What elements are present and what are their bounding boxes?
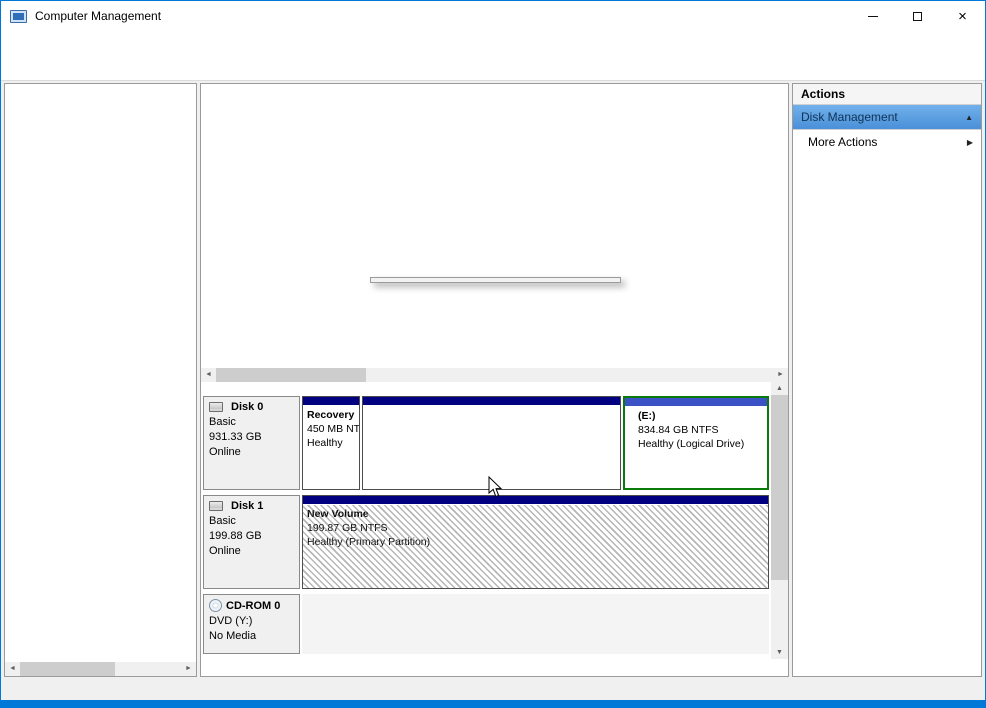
scroll-thumb[interactable] bbox=[771, 395, 788, 580]
scroll-left-arrow[interactable]: ◄ bbox=[201, 368, 216, 382]
disk-list: Disk 0 Basic 931.33 GB Online Recovery 4… bbox=[201, 382, 771, 659]
scroll-thumb[interactable] bbox=[216, 368, 366, 382]
minimize-icon bbox=[868, 16, 878, 17]
primary-partition-strip bbox=[303, 496, 768, 504]
menu-bar bbox=[1, 31, 985, 53]
vertical-scrollbar[interactable]: ▲ ▼ bbox=[771, 382, 788, 659]
disk-icon bbox=[209, 501, 223, 511]
partition-size: 834.84 GB NTFS bbox=[638, 423, 763, 437]
disk-status: No Media bbox=[209, 629, 294, 644]
window-title: Computer Management bbox=[35, 9, 161, 23]
primary-partition-strip bbox=[363, 397, 620, 405]
cdrom-row: CD-ROM 0 DVD (Y:) No Media bbox=[203, 594, 769, 654]
scroll-down-arrow[interactable]: ▼ bbox=[771, 646, 788, 659]
disk-type: Basic bbox=[209, 514, 294, 529]
disk-graphical-view: Disk 0 Basic 931.33 GB Online Recovery 4… bbox=[201, 382, 788, 659]
partition-e[interactable]: (E:) 834.84 GB NTFS Healthy (Logical Dri… bbox=[623, 396, 769, 490]
app-icon bbox=[10, 10, 27, 23]
partition-new-volume[interactable]: New Volume 199.87 GB NTFS Healthy (Prima… bbox=[302, 495, 769, 589]
disk-name: Disk 1 bbox=[231, 500, 263, 512]
title-bar: Computer Management × bbox=[1, 1, 985, 31]
cdrom-media-area bbox=[302, 594, 769, 654]
disk-name: CD-ROM 0 bbox=[226, 600, 280, 612]
disk-size: 931.33 GB bbox=[209, 430, 294, 445]
disk-size: 199.88 GB bbox=[209, 529, 294, 544]
scroll-thumb[interactable] bbox=[20, 662, 115, 676]
scroll-up-arrow[interactable]: ▲ bbox=[771, 382, 788, 395]
minimize-button[interactable] bbox=[850, 1, 895, 31]
disk-1-row: Disk 1 Basic 199.88 GB Online New Volume… bbox=[203, 495, 769, 589]
actions-header: Actions bbox=[793, 84, 981, 105]
actions-disk-management-section[interactable]: Disk Management ▲ bbox=[793, 105, 981, 130]
partition-size: 450 MB NTFS bbox=[307, 422, 355, 436]
disk-status: Online bbox=[209, 544, 294, 559]
disk-management-panel: ◄ ► Disk 0 Basic 931.33 GB Online bbox=[200, 83, 789, 677]
disk-1-partitions: New Volume 199.87 GB NTFS Healthy (Prima… bbox=[302, 495, 769, 589]
computer-management-window: Computer Management × ◄ ► bbox=[0, 0, 986, 708]
partition-status: Healthy bbox=[307, 436, 355, 450]
disk-type: DVD (Y:) bbox=[209, 614, 294, 629]
window-controls: × bbox=[850, 1, 985, 31]
partition-status: Healthy (Primary Partition) bbox=[307, 535, 764, 549]
disk-0-label[interactable]: Disk 0 Basic 931.33 GB Online bbox=[203, 396, 300, 490]
status-bar bbox=[1, 679, 985, 700]
disk-0-row: Disk 0 Basic 931.33 GB Online Recovery 4… bbox=[203, 396, 769, 490]
disk-1-label[interactable]: Disk 1 Basic 199.88 GB Online bbox=[203, 495, 300, 589]
console-tree bbox=[5, 84, 196, 662]
primary-partition-strip bbox=[303, 397, 359, 405]
more-actions-item[interactable]: More Actions ▶ bbox=[793, 130, 981, 154]
actions-section-label: Disk Management bbox=[801, 110, 898, 124]
scroll-right-arrow[interactable]: ► bbox=[181, 662, 196, 676]
main-area: ◄ ► ◄ ► bbox=[1, 81, 985, 679]
partition-label: Recovery bbox=[307, 408, 355, 422]
toolbar bbox=[1, 53, 985, 81]
volume-list bbox=[201, 84, 788, 368]
scroll-right-arrow[interactable]: ► bbox=[773, 368, 788, 382]
logical-drive-strip bbox=[625, 398, 767, 406]
disk-status: Online bbox=[209, 445, 294, 460]
cd-icon bbox=[209, 599, 222, 612]
context-menu bbox=[370, 277, 621, 283]
cdrom-label[interactable]: CD-ROM 0 DVD (Y:) No Media bbox=[203, 594, 300, 654]
console-tree-panel: ◄ ► bbox=[4, 83, 197, 677]
partition-legend bbox=[201, 659, 788, 676]
maximize-button[interactable] bbox=[895, 1, 940, 31]
expand-arrow-icon: ▶ bbox=[967, 138, 973, 147]
close-icon: × bbox=[958, 9, 967, 24]
tree-horizontal-scrollbar[interactable]: ◄ ► bbox=[5, 662, 196, 676]
more-actions-label: More Actions bbox=[808, 135, 877, 149]
disk-type: Basic bbox=[209, 415, 294, 430]
close-button[interactable]: × bbox=[940, 1, 985, 31]
disk-icon bbox=[209, 402, 223, 412]
actions-panel: Actions Disk Management ▲ More Actions ▶ bbox=[792, 83, 982, 677]
partition-label: (E:) bbox=[638, 409, 763, 423]
volume-horizontal-scrollbar[interactable]: ◄ ► bbox=[201, 368, 788, 382]
maximize-icon bbox=[913, 12, 922, 21]
partition-status: Healthy (Logical Drive) bbox=[638, 437, 763, 451]
partition-label: New Volume bbox=[307, 507, 764, 521]
collapse-caret-icon[interactable]: ▲ bbox=[965, 113, 973, 122]
scroll-left-arrow[interactable]: ◄ bbox=[5, 662, 20, 676]
disk-name: Disk 0 bbox=[231, 401, 263, 413]
mouse-cursor bbox=[488, 476, 504, 500]
disk-0-partitions: Recovery 450 MB NTFS Healthy bbox=[302, 396, 769, 490]
partition-recovery[interactable]: Recovery 450 MB NTFS Healthy bbox=[302, 396, 360, 490]
partition-size: 199.87 GB NTFS bbox=[307, 521, 764, 535]
